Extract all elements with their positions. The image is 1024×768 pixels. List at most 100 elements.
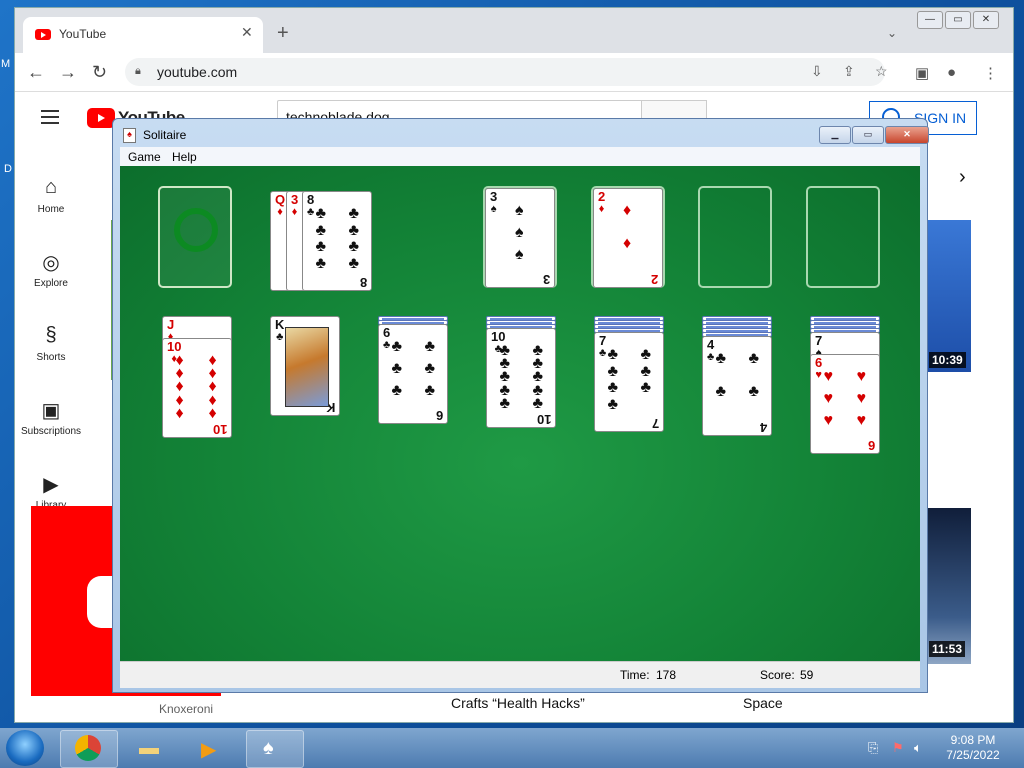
score-label: Score: (760, 668, 795, 682)
card-index: 7 ♣ (599, 333, 607, 359)
reload-button[interactable]: ↻ (92, 62, 107, 83)
forward-button[interactable]: → (59, 62, 77, 83)
chevron-right-icon[interactable]: › (959, 166, 966, 189)
sidebar-item-subscriptions[interactable]: ▣ Subscriptions (15, 398, 87, 437)
minimize-button[interactable]: — (917, 11, 943, 29)
install-icon[interactable]: ⇩ (811, 63, 823, 80)
new-tab-button[interactable]: + (277, 23, 289, 43)
bookmark-star-icon[interactable]: ☆ (875, 63, 888, 80)
suit-pip-icon: ♣ (391, 360, 403, 377)
card-index: 6 ♣ (383, 325, 391, 351)
waste-card[interactable]: 8 ♣ 8 ♣ ♣ ♣ ♣ ♣ ♣ ♣ ♣ (302, 191, 372, 291)
tab-youtube[interactable]: YouTube ✕ (23, 17, 263, 53)
suit-pip-icon: ♣ (348, 238, 360, 255)
taskbar-solitaire[interactable]: ♠ (246, 730, 304, 768)
tab-close-icon[interactable]: ✕ (241, 24, 253, 41)
close-button[interactable]: ✕ (885, 126, 929, 144)
sidebar-item-explore[interactable]: ◎ Explore (15, 250, 87, 289)
menu-help[interactable]: Help (172, 150, 197, 164)
sidebar-item-home[interactable]: ⌂ Home (15, 176, 87, 215)
network-icon[interactable]: ⎘ (868, 740, 878, 756)
channel-name[interactable]: Knoxeroni (159, 702, 213, 716)
video-title[interactable]: Space (743, 695, 783, 711)
start-button[interactable] (6, 730, 44, 766)
menu-game[interactable]: Game (128, 150, 161, 164)
foundation-card[interactable]: 2 ♦ 2 ♦ ♦ (593, 188, 663, 288)
card-index: 2 ♦ (598, 189, 606, 215)
suit-pip-icon: ♠ (515, 246, 524, 263)
tableau-card[interactable]: 6 ♣ 6 ♣ ♣ ♣ ♣ ♣ ♣ (378, 324, 448, 424)
home-icon: ⌂ (44, 176, 58, 198)
tableau-card[interactable]: 10 ♣ 10 ♣ ♣ ♣ ♣ ♣ ♣ ♣ ♣ ♣ ♣ (486, 328, 556, 428)
minimize-button[interactable]: ▁ (819, 126, 851, 144)
suit-pip-icon: ♥ (823, 412, 834, 429)
solitaire-icon: ♠ (263, 737, 274, 759)
suit-pip-icon: ♣ (424, 338, 436, 355)
clock-date: 7/25/2022 (946, 748, 1000, 762)
card-index: 3 ♦ (291, 192, 299, 218)
suit-pip-icon: ♣ (315, 238, 327, 255)
library-icon: ▶ (43, 474, 59, 496)
card-index-bottom: 10 (536, 412, 551, 427)
taskbar-media-player[interactable]: ▶ (184, 730, 242, 768)
tab-title: YouTube (59, 27, 107, 41)
stock-pile[interactable] (158, 186, 232, 288)
clock-time: 9:08 PM (950, 733, 996, 747)
desktop-icon-label[interactable]: M (1, 58, 10, 70)
suit-pip-icon: ♠ (515, 202, 524, 219)
tableau-card[interactable]: 4 ♣ 4 ♣ ♣ ♣ ♣ (702, 336, 772, 436)
profile-icon[interactable]: ● (947, 64, 956, 81)
suit-pip-icon: ♣ (607, 362, 619, 380)
system-clock[interactable]: 9:08 PM 7/25/2022 (938, 733, 1008, 763)
card-index-bottom: 7 (651, 416, 659, 431)
suit-pip-icon: ♥ (823, 390, 834, 407)
suit-pip-icon: ♣ (715, 350, 727, 367)
solitaire-app-icon[interactable]: ♠ (123, 128, 136, 143)
foundation-slot[interactable] (698, 186, 772, 288)
taskbar-chrome[interactable] (60, 730, 118, 768)
foundation-slot[interactable] (806, 186, 880, 288)
hamburger-menu-icon[interactable] (41, 110, 59, 124)
side-panel-icon[interactable]: ▣ (915, 64, 929, 82)
suit-pip-icon: ♣ (315, 205, 327, 222)
taskbar-explorer[interactable]: ▬ (122, 730, 180, 768)
tableau-card[interactable]: 6 ♥ 6 ♥ ♥ ♥ ♥ ♥ ♥ (810, 354, 880, 454)
tableau-card[interactable]: 10 ♦ 10 ♦ ♦ ♦ ♦ ♦ ♦ ♦ ♦ ♦ ♦ (162, 338, 232, 438)
card-index-bottom: 4 (759, 420, 767, 435)
tableau-card[interactable]: 7 ♣ 7 ♣ ♣ ♣ ♣ ♣ ♣ ♣ (594, 332, 664, 432)
card-index: 8 ♣ (307, 192, 315, 218)
lock-icon[interactable]: 🔒︎ (135, 65, 141, 78)
foundation-card[interactable]: 3 ♠ 3 ♠ ♠ ♠ (485, 188, 555, 288)
tab-search-chevron-icon[interactable]: ⌄ (887, 26, 897, 40)
youtube-favicon-icon (35, 29, 51, 40)
game-board: Q ♦ 3 ♦ 8 ♣ 8 ♣ ♣ ♣ ♣ ♣ ♣ ♣ ♣ 3 ♠ 3 ♠ ♠ ♠ 2 ♦ 2 ♦ ♦ J ♦ 10 ♦ 10 ♦ ♦ ♦ ♦ ♦ ♦ ♦… (120, 166, 920, 661)
desktop-icon-label[interactable]: D (4, 163, 12, 175)
restore-button[interactable]: ▭ (945, 11, 971, 29)
subscriptions-icon: ▣ (41, 400, 61, 422)
suit-pip-icon: ♦ (208, 404, 217, 422)
address-bar[interactable]: 🔒︎ youtube.com ⇩ ⇪ ☆ (125, 58, 888, 86)
suit-pip-icon: ♦ (623, 202, 632, 219)
video-duration: 11:53 (929, 641, 966, 657)
suit-pip-icon: ♣ (315, 254, 327, 272)
sidebar-item-label: Home (37, 204, 65, 215)
youtube-logo-icon[interactable] (87, 108, 115, 128)
time-value: 178 (656, 668, 677, 682)
menu-bar: Game Help (120, 147, 920, 166)
suit-pip-icon: ♣ (607, 395, 619, 413)
tableau-card[interactable]: K ♣ K (270, 316, 340, 416)
suit-pip-icon: ♣ (499, 394, 511, 412)
menu-dots-icon[interactable]: ⋮ (983, 64, 998, 82)
volume-icon[interactable]: 🔈︎ (914, 740, 922, 756)
back-button[interactable]: ← (27, 62, 45, 83)
action-center-flag-icon[interactable]: ⚑ (892, 740, 904, 756)
share-icon[interactable]: ⇪ (843, 63, 855, 80)
maximize-button[interactable]: ▭ (852, 126, 884, 144)
card-index-bottom: 2 (650, 272, 658, 287)
video-title[interactable]: Crafts “Health Hacks” (451, 695, 585, 711)
suit-pip-icon: ♦ (623, 235, 632, 252)
taskbar: ▬ ▶ ♠ ⎘ ⚑ 🔈︎ 9:08 PM 7/25/2022 (0, 728, 1024, 768)
suit-pip-icon: ♣ (315, 221, 327, 239)
close-button[interactable]: ✕ (973, 11, 999, 29)
sidebar-item-shorts[interactable]: § Shorts (15, 324, 87, 363)
